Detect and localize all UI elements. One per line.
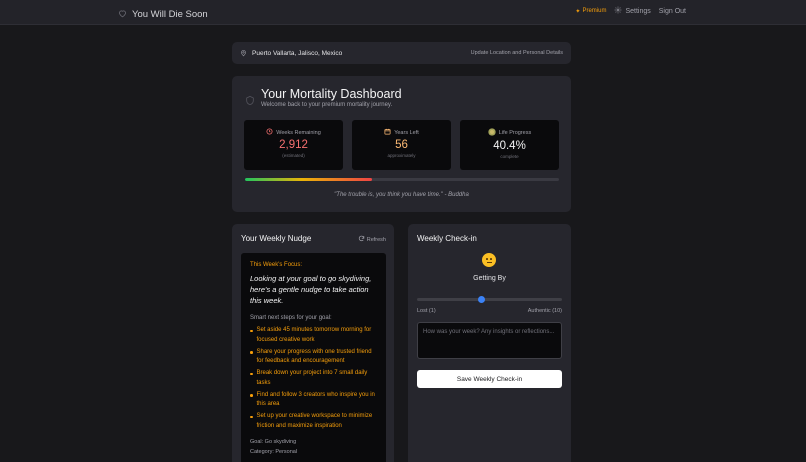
mortality-quote: "The trouble is, you think you have time…	[334, 192, 469, 198]
life-progress-bar	[245, 178, 559, 181]
stat-value: 2,912	[279, 139, 308, 151]
premium-label: Premium	[582, 8, 607, 14]
app-title: You Will Die Soon	[132, 8, 208, 20]
slider-min-label: Lost (1)	[417, 308, 436, 314]
progress-circle-icon	[488, 128, 496, 138]
mortality-dashboard-card: Your Mortality Dashboard Welcome back to…	[232, 76, 571, 212]
location-text: Puerto Vallarta, Jalisco, Mexico	[252, 49, 343, 57]
dashboard-title: Your Mortality Dashboard	[261, 87, 402, 101]
list-item: Set up your creative workspace to minimi…	[250, 412, 377, 431]
refresh-button[interactable]: Refresh	[358, 235, 386, 244]
step-text: Break down your project into 7 small dai…	[256, 370, 368, 386]
save-checkin-button[interactable]: Save Weekly Check-in	[417, 370, 562, 388]
stat-note: complete	[500, 154, 519, 159]
bullet-icon	[250, 415, 253, 418]
gear-icon	[614, 6, 622, 16]
nudge-title: Your Weekly Nudge	[241, 234, 312, 243]
stat-value: 40.4%	[493, 140, 526, 152]
reflection-textarea[interactable]: How was your week? Any insights or refle…	[417, 322, 562, 359]
bullet-icon	[250, 351, 253, 354]
sign-out-button[interactable]: Sign Out	[659, 8, 686, 15]
clock-icon	[266, 128, 273, 137]
dashboard-subtitle: Welcome back to your premium mortality j…	[261, 102, 393, 108]
dashboard-header: Your Mortality Dashboard Welcome back to…	[245, 87, 402, 111]
mood-label: Getting By	[473, 275, 506, 282]
steps-list: Set aside 45 minutes tomorrow morning fo…	[250, 326, 377, 431]
stat-value: 56	[395, 139, 408, 151]
heart-logo-icon	[118, 5, 127, 23]
stat-note: (estimated)	[282, 153, 305, 158]
list-item: Share your progress with one trusted fri…	[250, 348, 377, 367]
list-item: Set aside 45 minutes tomorrow morning fo…	[250, 326, 377, 345]
weeks-remaining-stat: Weeks Remaining 2,912 (estimated)	[244, 120, 343, 170]
goal-meta: Goal: Go skydiving Category: Personal	[250, 438, 377, 457]
life-progress-stat: Life Progress 40.4% complete	[460, 120, 559, 170]
list-item: Find and follow 3 creators who inspire y…	[250, 391, 377, 410]
step-text: Set up your creative workspace to minimi…	[256, 413, 373, 429]
stat-label: Life Progress	[498, 130, 532, 136]
checkin-title: Weekly Check-in	[417, 234, 477, 243]
settings-button[interactable]: Settings	[614, 6, 651, 16]
stat-label: Weeks Remaining	[276, 129, 321, 136]
focus-label: This Week's Focus:	[250, 262, 303, 268]
years-left-stat: Years Left 56 approximately	[352, 120, 451, 170]
bullet-icon	[250, 372, 253, 375]
premium-badge: ✦ Premium	[575, 8, 606, 15]
top-navigation-bar: You Will Die Soon ✦ Premium Settings Sig…	[0, 0, 806, 25]
calendar-icon	[384, 128, 391, 137]
weekly-checkin-card: Weekly Check-in Getting By Lost (1) Auth…	[408, 224, 571, 462]
slider-max-label: Authentic (10)	[527, 308, 562, 314]
update-location-link[interactable]: Update Location and Personal Details	[471, 50, 563, 56]
settings-label: Settings	[625, 7, 651, 15]
refresh-label: Refresh	[366, 236, 386, 243]
brand[interactable]: You Will Die Soon	[118, 5, 208, 23]
step-text: Share your progress with one trusted fri…	[256, 348, 372, 365]
step-text: Find and follow 3 creators who inspire y…	[256, 391, 375, 408]
mood-slider[interactable]	[417, 295, 562, 303]
map-pin-icon	[240, 44, 247, 62]
nudge-content: This Week's Focus: Looking at your goal …	[241, 253, 386, 462]
refresh-icon	[358, 235, 365, 244]
sparkle-icon: ✦	[575, 8, 581, 15]
category-text: Category: Personal	[250, 448, 298, 455]
header-actions: ✦ Premium Settings Sign Out	[575, 6, 686, 16]
stat-note: approximately	[387, 153, 416, 158]
shield-icon	[245, 93, 255, 111]
bullet-icon	[250, 329, 253, 332]
neutral-face-icon	[482, 253, 496, 267]
step-text: Set aside 45 minutes tomorrow morning fo…	[256, 327, 372, 343]
location-card: Puerto Vallarta, Jalisco, Mexico Update …	[232, 42, 571, 64]
life-progress-fill	[245, 178, 372, 181]
bullet-icon	[250, 394, 253, 397]
goal-text: Goal: Go skydiving	[250, 439, 297, 445]
stat-label: Years Left	[394, 129, 419, 136]
steps-title: Smart next steps for your goal:	[250, 315, 332, 321]
weekly-nudge-card: Your Weekly Nudge Refresh This Week's Fo…	[232, 224, 394, 462]
list-item: Break down your project into 7 small dai…	[250, 369, 377, 388]
focus-text: Looking at your goal to go skydiving, he…	[250, 274, 372, 305]
slider-thumb[interactable]	[477, 295, 485, 303]
